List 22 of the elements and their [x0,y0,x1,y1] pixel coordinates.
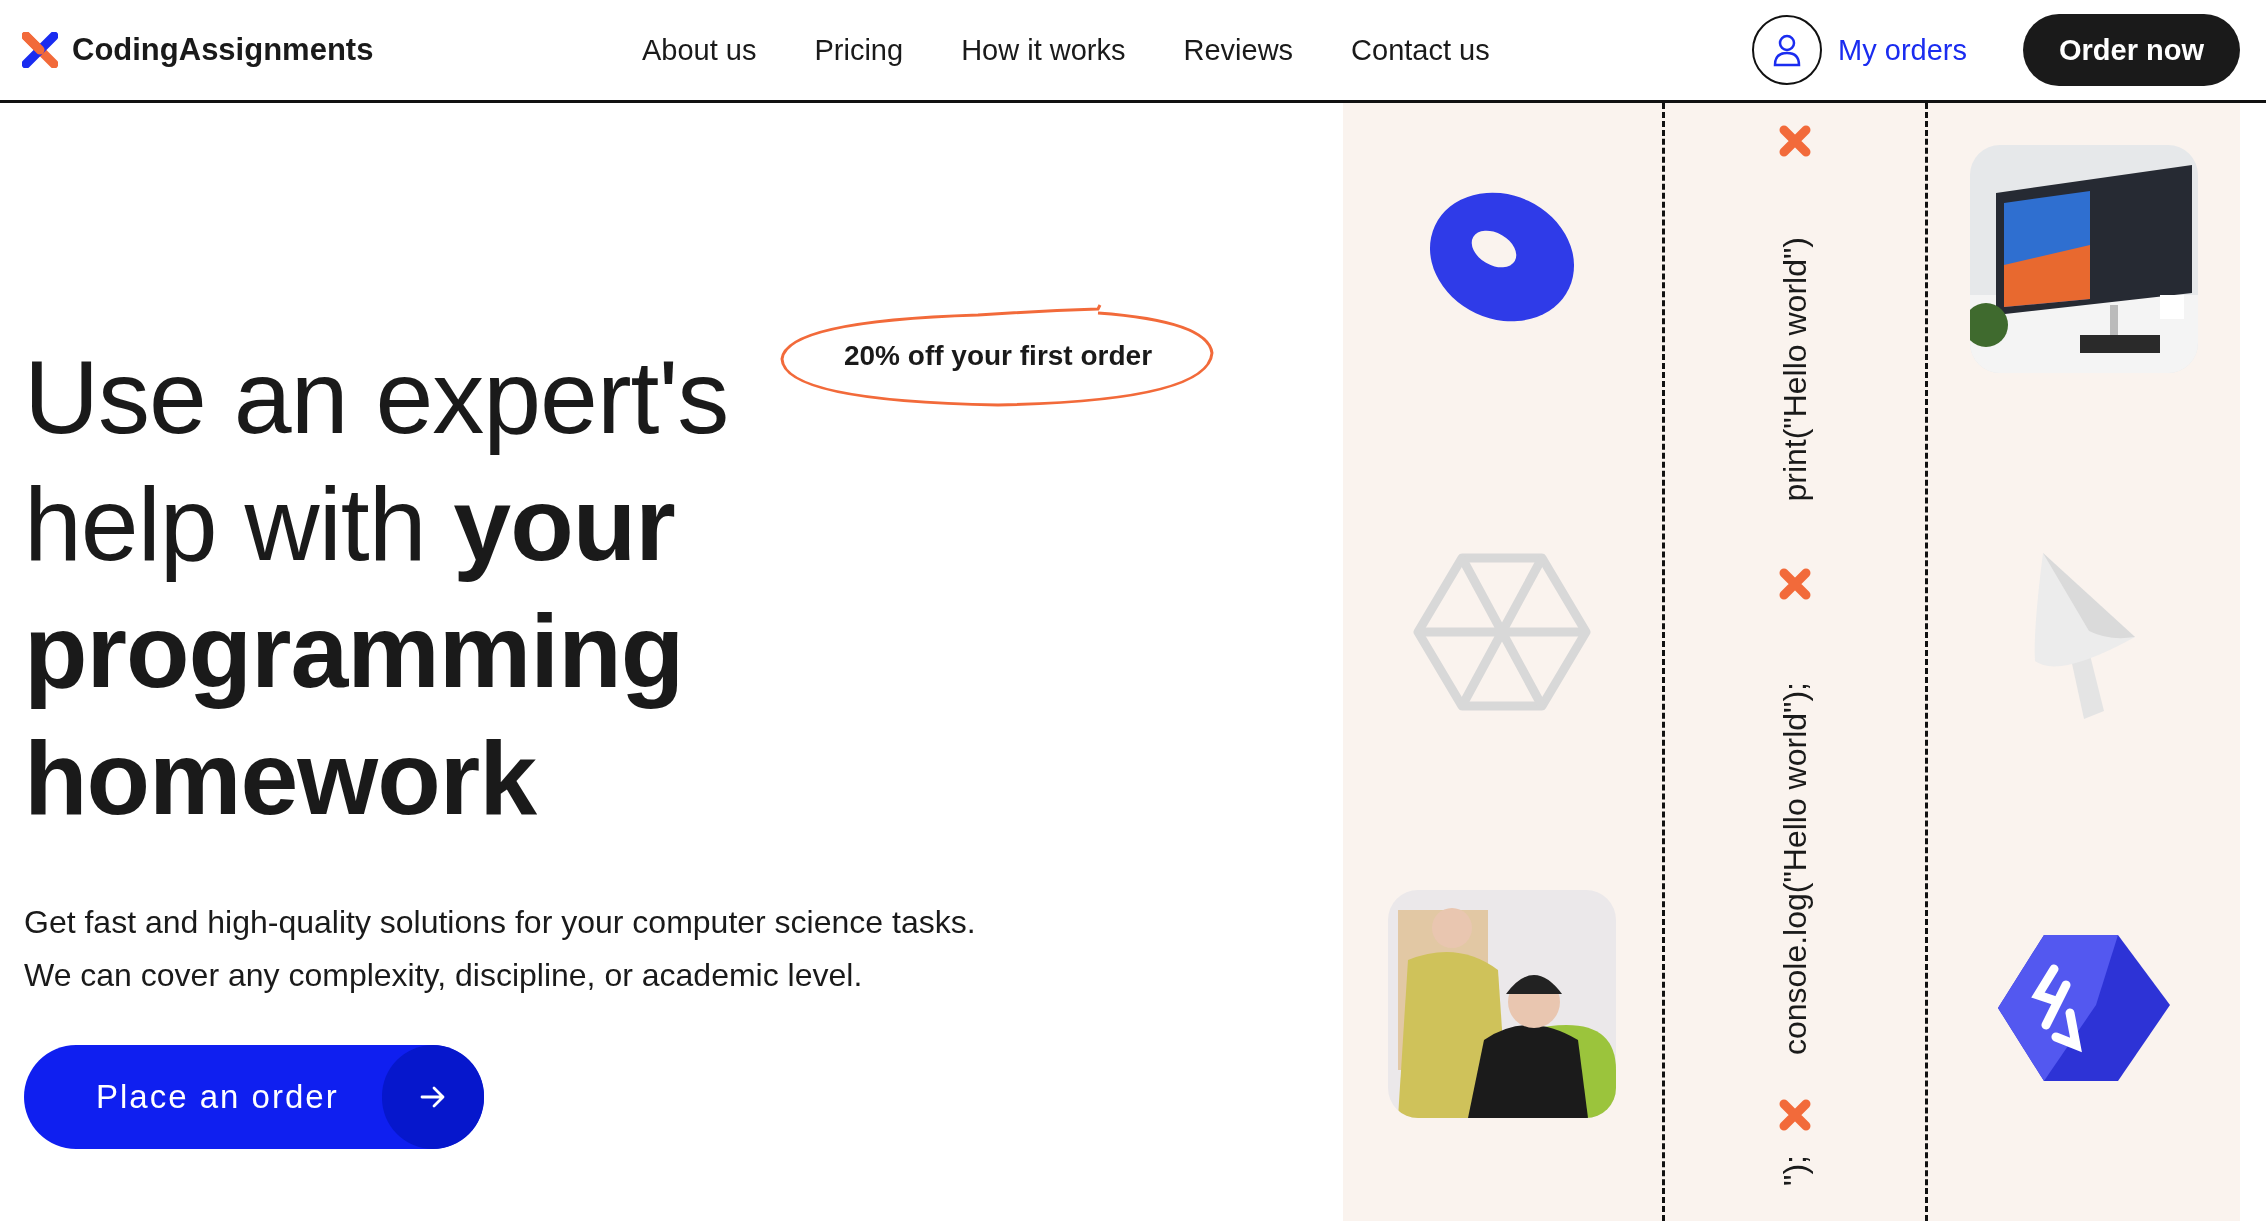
nav-link[interactable]: Reviews [1183,33,1294,67]
discount-badge: 20% off your first order [778,301,1218,411]
code-snippet: print("Hello world") [1775,237,1814,502]
nav-link[interactable]: How it works [961,33,1126,67]
my-orders-link[interactable]: My orders [1838,33,1967,67]
order-now-button[interactable]: Order now [2023,14,2240,86]
cross-icon [1778,567,1811,600]
hero-headline: Use an expert's help with your programming homework [24,338,730,838]
cross-icon [1778,125,1811,157]
code-snippet: "); [1775,1154,1814,1186]
nav-link[interactable]: Contact us [1351,33,1490,67]
hero-description: Get fast and high-quality solutions for your computer science tasks. We can cover any complexity, discipline, or academic level. [24,903,977,995]
place-order-button[interactable]: Place an order [24,1045,484,1149]
logo-text: CodingAssignments [72,32,374,68]
user-icon[interactable] [1752,15,1823,85]
cross-icon [1778,1098,1811,1131]
logo-icon [22,32,58,68]
arrow-right-icon [420,1086,446,1108]
code-cube-icon [1996,933,2172,1083]
code-snippet: console.log("Hello world"); [1775,681,1814,1055]
nav-link[interactable]: About us [642,33,757,67]
nav-link[interactable]: Pricing [814,33,904,67]
